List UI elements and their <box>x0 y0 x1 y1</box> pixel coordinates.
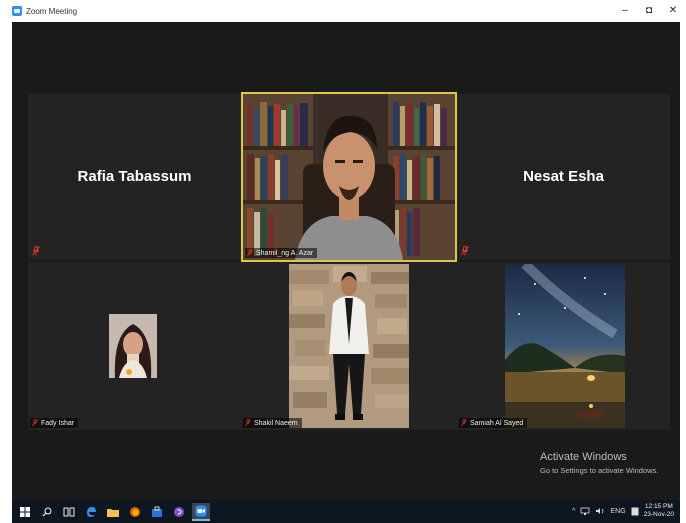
muted-mic-icon <box>32 246 40 256</box>
activate-windows-notice: Activate Windows Go to Settings to activ… <box>540 451 658 475</box>
window-title: Zoom Meeting <box>26 6 78 16</box>
participant-profile-photo <box>289 264 409 428</box>
chevron-up-icon[interactable]: ^ <box>572 508 575 515</box>
firefox-icon[interactable] <box>126 503 144 521</box>
gallery-view: Rafia Tabassum Shamil_ng A. Azar Nesat E… <box>12 22 680 500</box>
muted-mic-icon <box>32 419 38 427</box>
participant-name-tag: Shakil Naeem <box>243 418 302 428</box>
participant-name: Samiah Al Sayed <box>470 419 524 427</box>
window-controls: – ◘ ✕ <box>618 2 680 18</box>
participant-name: Shamil_ng A. Azar <box>256 249 314 257</box>
participant-tile-shakil[interactable]: Shakil Naeem <box>241 262 457 430</box>
clock-time: 12:15 PM <box>644 503 673 510</box>
viber-icon[interactable] <box>170 503 188 521</box>
participant-name-large: Nesat Esha <box>523 168 604 185</box>
participant-tile-nesat[interactable]: Nesat Esha <box>457 94 670 260</box>
muted-mic-icon <box>461 246 469 256</box>
participant-tile-fady[interactable]: Fady Ishar <box>28 262 241 430</box>
activate-windows-title: Activate Windows <box>540 451 627 463</box>
zoom-window: Zoom Meeting – ◘ ✕ Rafia Tabassum Shamil… <box>0 0 686 523</box>
muted-mic-icon <box>461 419 467 427</box>
muted-mic-icon <box>245 419 251 427</box>
participant-name-tag: Fady Ishar <box>30 418 79 428</box>
participant-name-large: Rafia Tabassum <box>77 168 192 185</box>
clock-date: 23-Nov-20 <box>643 511 674 518</box>
volume-icon[interactable] <box>595 507 605 515</box>
close-button[interactable]: ✕ <box>666 2 680 18</box>
participant-tile-active-speaker[interactable]: Shamil_ng A. Azar <box>241 92 457 262</box>
participant-tile-samiah[interactable]: Samiah Al Sayed <box>457 262 670 430</box>
participant-name: Fady Ishar <box>41 419 75 427</box>
participant-profile-photo <box>109 314 157 378</box>
store-icon[interactable] <box>148 503 166 521</box>
title-bar: Zoom Meeting – ◘ ✕ <box>0 0 686 22</box>
notification-icon[interactable] <box>631 507 639 516</box>
minimize-button[interactable]: – <box>618 2 632 18</box>
speaker-video-feed <box>243 94 455 260</box>
windows-taskbar: ^ ENG 12:15 PM 23-Nov-20 <box>12 500 680 523</box>
activate-windows-subtitle: Go to Settings to activate Windows. <box>540 466 659 475</box>
muted-mic-icon <box>247 249 253 257</box>
participant-name-tag: Samiah Al Sayed <box>459 418 528 428</box>
windows-start-icon[interactable] <box>16 503 34 521</box>
network-icon[interactable] <box>580 507 590 515</box>
zoom-app-icon <box>12 6 22 16</box>
maximize-button[interactable]: ◘ <box>642 2 656 18</box>
participant-name: Shakil Naeem <box>254 419 298 427</box>
edge-icon[interactable] <box>82 503 100 521</box>
task-view-icon[interactable] <box>60 503 78 521</box>
search-icon[interactable] <box>38 503 56 521</box>
file-explorer-icon[interactable] <box>104 503 122 521</box>
system-tray: ^ ENG 12:15 PM 23-Nov-20 <box>572 503 674 519</box>
language-indicator[interactable]: ENG <box>610 508 625 515</box>
participant-profile-photo <box>505 264 625 428</box>
zoom-icon[interactable] <box>192 502 210 521</box>
participant-name-tag: Shamil_ng A. Azar <box>245 248 318 258</box>
taskbar-clock[interactable]: 12:15 PM 23-Nov-20 <box>644 503 674 519</box>
participant-tile-rafia[interactable]: Rafia Tabassum <box>28 94 241 260</box>
